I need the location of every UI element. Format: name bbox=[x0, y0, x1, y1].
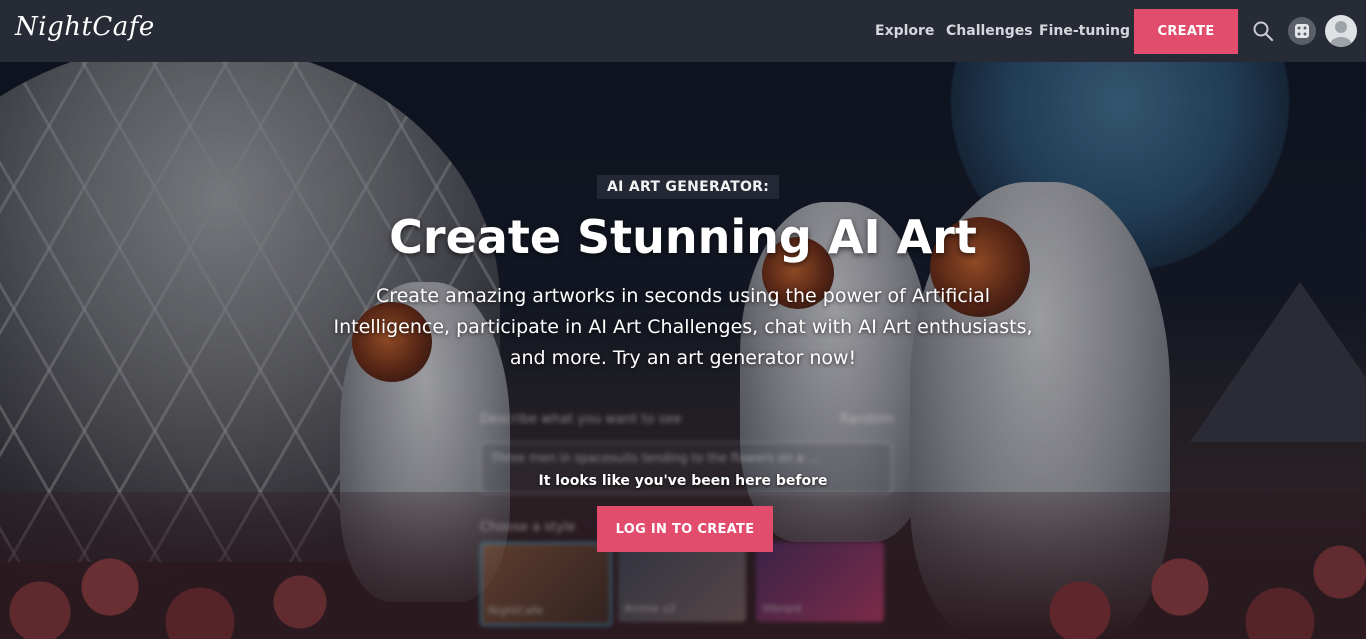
random-label: Random bbox=[840, 412, 894, 427]
style-name: NightCafe bbox=[488, 604, 543, 617]
login-to-create-button[interactable]: LOG IN TO CREATE bbox=[597, 506, 773, 552]
prompt-label: Describe what you want to see bbox=[480, 412, 682, 427]
style-thumb-nightcafe: NightCafe bbox=[480, 542, 612, 626]
style-thumb-anime: Anime v2 bbox=[618, 542, 746, 622]
prompt-value: Three men in spacesuits tending to the f… bbox=[491, 451, 820, 465]
style-name: Vibrant bbox=[762, 602, 802, 615]
ai-art-generator-badge: AI ART GENERATOR: bbox=[597, 175, 780, 199]
search-icon[interactable] bbox=[1252, 20, 1274, 42]
nightcafe-logo[interactable]: NightCafe bbox=[15, 12, 155, 42]
nav-link-explore[interactable]: Explore bbox=[875, 23, 934, 39]
dice-icon[interactable] bbox=[1288, 17, 1316, 45]
hero-headline: Create Stunning AI Art bbox=[389, 210, 977, 264]
style-label: Choose a style bbox=[480, 520, 576, 535]
create-button[interactable]: CREATE bbox=[1134, 9, 1238, 54]
nav-link-fine-tuning[interactable]: Fine-tuning bbox=[1039, 23, 1130, 39]
hero-section: Describe what you want to see Random Thr… bbox=[0, 62, 1366, 639]
hero-subtitle: Create amazing artworks in seconds using… bbox=[333, 285, 1033, 369]
style-name: Anime v2 bbox=[624, 602, 677, 615]
returning-user-message: It looks like you've been here before bbox=[538, 473, 828, 489]
nav-link-challenges[interactable]: Challenges bbox=[946, 23, 1033, 39]
user-avatar[interactable] bbox=[1325, 15, 1357, 47]
style-thumb-vibrant: Vibrant bbox=[756, 542, 884, 622]
top-nav: NightCafe Explore Challenges Fine-tuning… bbox=[0, 0, 1366, 62]
